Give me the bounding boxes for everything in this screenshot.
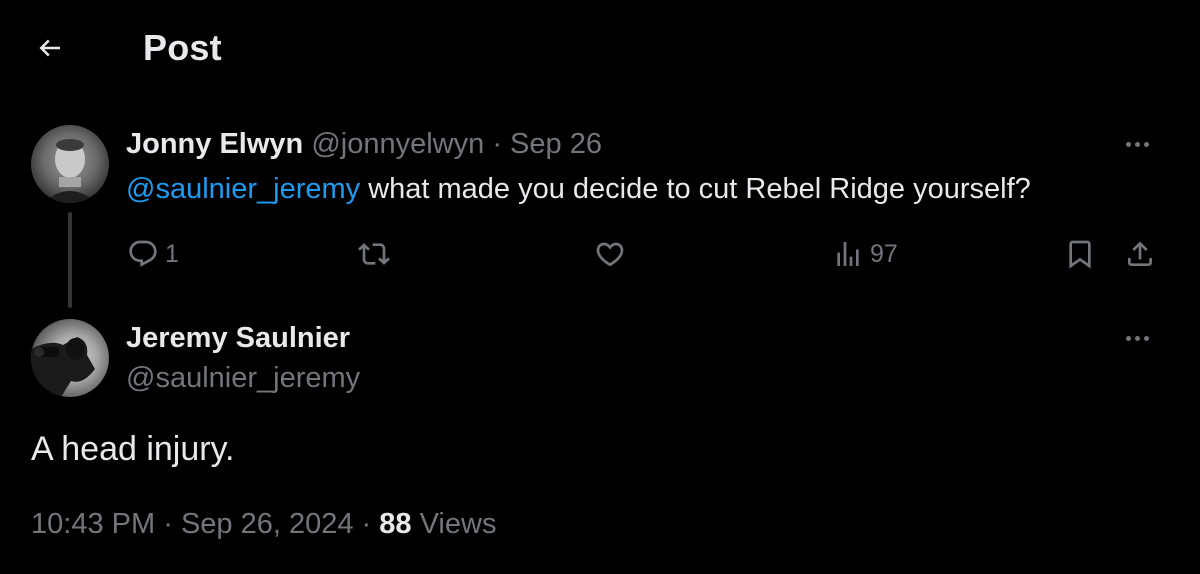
author-name[interactable]: Jonny Elwyn xyxy=(126,128,303,160)
tweet-meta: 10:43 PM · Sep 26, 2024 · 88 Views xyxy=(31,508,496,541)
share-icon xyxy=(1128,241,1152,266)
author-handle[interactable]: @saulnier_jeremy xyxy=(126,362,360,395)
avatar-jeremy-saulnier[interactable] xyxy=(31,319,109,397)
views-count: 97 xyxy=(870,239,898,268)
more-icon-dot xyxy=(1125,141,1131,147)
author-handle[interactable]: @jonnyelwyn xyxy=(311,128,484,160)
more-options-button[interactable] xyxy=(1117,134,1157,154)
arrow-left-icon xyxy=(39,39,60,57)
parent-tweet-header: Jonny Elwyn @jonnyelwyn · Sep 26 xyxy=(126,128,602,161)
analytics-icon xyxy=(837,242,859,266)
reply-icon xyxy=(129,240,157,267)
page-header: Post xyxy=(0,0,1200,96)
more-icon-dot xyxy=(1134,141,1140,147)
repost-icon xyxy=(358,243,390,265)
back-button[interactable] xyxy=(28,28,72,68)
more-options-button[interactable] xyxy=(1117,328,1157,348)
tweet-body: what made you decide to cut Rebel Ridge … xyxy=(360,173,1031,205)
separator-dot: · xyxy=(361,508,372,540)
more-icon-dot xyxy=(1143,335,1149,341)
separator-dot: · xyxy=(163,508,173,540)
share-button[interactable] xyxy=(1124,234,1156,274)
views-label: Views xyxy=(419,508,497,540)
more-icon-dot xyxy=(1125,335,1131,341)
tweet-date[interactable]: Sep 26, 2024 xyxy=(181,508,354,540)
views-button[interactable]: 97 xyxy=(832,234,898,274)
repost-button[interactable] xyxy=(358,234,396,274)
reply-button[interactable]: 1 xyxy=(127,234,179,274)
parent-tweet-text: @saulnier_jeremy what made you decide to… xyxy=(126,173,1031,206)
avatar-jonny-elwyn[interactable] xyxy=(31,125,109,203)
page-title: Post xyxy=(143,27,222,68)
views-count: 88 xyxy=(379,508,412,540)
tweet-date[interactable]: Sep 26 xyxy=(510,128,602,160)
mention-link[interactable]: @saulnier_jeremy xyxy=(126,173,360,205)
tweet-time[interactable]: 10:43 PM xyxy=(31,508,155,540)
like-button[interactable] xyxy=(594,234,632,274)
bookmark-button[interactable] xyxy=(1064,234,1096,274)
bookmark-icon xyxy=(1069,240,1091,269)
more-icon-dot xyxy=(1134,335,1140,341)
thread-connector-line xyxy=(68,212,72,308)
main-tweet-text: A head injury. xyxy=(31,430,235,468)
more-icon-dot xyxy=(1143,141,1149,147)
separator-dot: · xyxy=(492,128,502,160)
author-name[interactable]: Jeremy Saulnier xyxy=(126,322,350,355)
heart-icon xyxy=(596,242,624,267)
reply-count: 1 xyxy=(165,239,179,268)
